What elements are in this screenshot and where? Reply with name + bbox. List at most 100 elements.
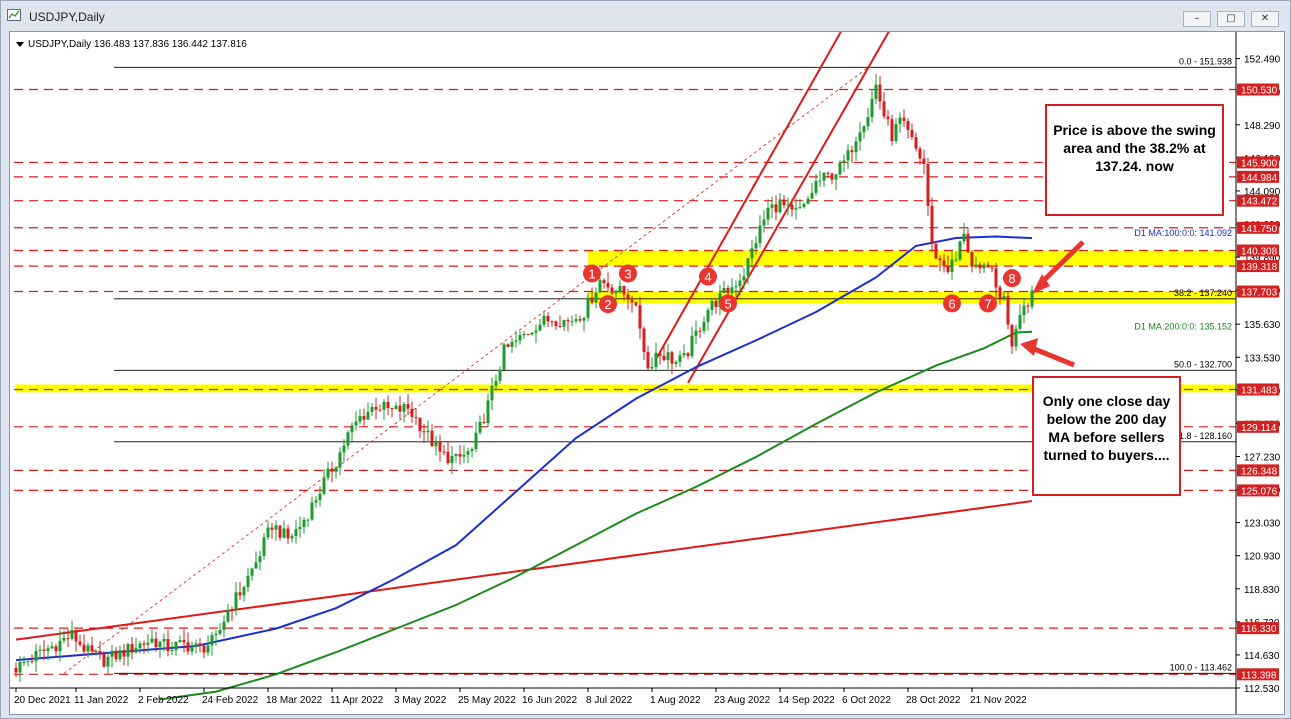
candle [502, 344, 506, 370]
candle [678, 355, 682, 362]
trendline-0 [15, 500, 1033, 641]
candle [1014, 328, 1018, 347]
candle [602, 280, 606, 284]
candle [966, 233, 970, 253]
candle [250, 568, 254, 576]
marker-label: 3 [624, 266, 631, 281]
price-level-box-3: 143.472 [1237, 194, 1279, 208]
ma-label-200: D1 MA:200:0:0: 135.152 [1134, 322, 1232, 332]
price-level-box-5: 140.308 [1237, 244, 1279, 257]
candle [346, 432, 350, 446]
candle [858, 132, 862, 142]
candle [582, 317, 586, 321]
candle [282, 528, 286, 538]
candle [618, 285, 622, 292]
price-box-label: 140.308 [1241, 246, 1278, 257]
candle [110, 650, 114, 657]
price-box-label: 113.398 [1241, 670, 1277, 681]
annotation-price-above-swing: Price is above the swing area and the 38… [1045, 104, 1224, 216]
candle [454, 453, 458, 457]
annotation-text-bottom: Only one close day below the 200 day MA … [1042, 393, 1171, 463]
candle [590, 297, 594, 303]
candle [274, 525, 278, 530]
candle [302, 519, 306, 527]
candle [86, 645, 90, 652]
price-tick-label: 152.490 [1244, 55, 1281, 66]
price-level-box-1: 145.900 [1237, 156, 1279, 169]
candle [878, 84, 882, 102]
price-level-box-13: 113.398 [1237, 668, 1279, 681]
candle [258, 556, 262, 563]
close-button[interactable]: ✕ [1251, 11, 1279, 27]
candle [446, 451, 450, 464]
candle [646, 351, 650, 369]
candle [338, 452, 342, 468]
candle [378, 409, 382, 411]
candle [898, 117, 902, 125]
price-tick-label: 120.930 [1244, 552, 1281, 563]
candle [714, 300, 718, 308]
candle [486, 400, 490, 424]
candle [494, 380, 498, 386]
candle [382, 401, 386, 410]
candle [682, 353, 686, 356]
candle [126, 644, 130, 657]
candle [726, 288, 730, 294]
candle [458, 453, 462, 457]
candle [570, 321, 574, 323]
candle [290, 536, 294, 539]
price-level-box-11: 125.076 [1237, 484, 1279, 497]
candle [114, 650, 118, 660]
candle [22, 662, 26, 664]
candle [498, 369, 502, 381]
arrow-line-bottom [1031, 345, 1075, 368]
candle [18, 662, 22, 673]
candle [998, 287, 1002, 299]
candle [778, 199, 782, 213]
candle [138, 643, 142, 649]
time-tick-label: 8 Jul 2022 [586, 695, 633, 706]
window-titlebar[interactable]: USDJPY,Daily – □ ✕ [1, 1, 1290, 31]
candle [178, 640, 182, 642]
candle [418, 417, 422, 432]
candle [314, 500, 318, 503]
candle [906, 120, 910, 131]
minimize-button[interactable]: – [1183, 11, 1211, 27]
candle [198, 643, 202, 646]
candle [118, 650, 122, 660]
candle [318, 493, 322, 501]
candle [150, 638, 154, 643]
candle [934, 243, 938, 259]
candle [850, 150, 854, 153]
swing-marker-7: 7 [979, 294, 997, 313]
price-tick-label: 114.630 [1244, 651, 1280, 662]
marker-label: 7 [984, 296, 991, 311]
candle [734, 286, 738, 288]
candle [54, 646, 58, 652]
swing-marker-4: 4 [699, 267, 717, 286]
arrow-head-bottom [1020, 338, 1038, 356]
candle [426, 430, 430, 433]
candle [34, 650, 38, 662]
restore-button[interactable]: □ [1217, 11, 1245, 27]
candle [298, 526, 302, 530]
fib-label-0: 0.0 - 151.938 [1179, 56, 1232, 66]
candle [470, 448, 474, 452]
candle [42, 649, 46, 651]
candle [1010, 324, 1014, 347]
time-tick-label: 21 Nov 2022 [970, 695, 1027, 706]
candle [626, 294, 630, 300]
candle [278, 525, 282, 538]
candle [70, 629, 74, 639]
candle [786, 204, 790, 206]
candle [846, 150, 850, 161]
candle [122, 650, 126, 657]
collapse-triangle-icon[interactable] [16, 41, 24, 47]
candle [822, 172, 826, 181]
candle [558, 326, 562, 328]
candle [50, 646, 54, 649]
candle [390, 408, 394, 410]
candle [394, 405, 398, 409]
price-level-box-10: 126.348 [1237, 464, 1279, 477]
candle [594, 292, 598, 303]
